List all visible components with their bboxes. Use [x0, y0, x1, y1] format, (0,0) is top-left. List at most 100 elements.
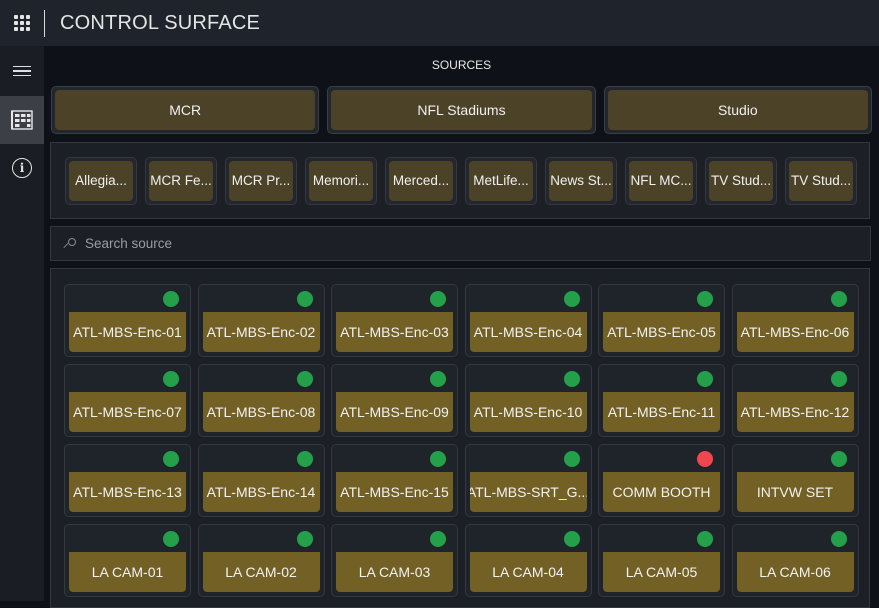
source-tile-label: LA CAM-04: [469, 552, 587, 592]
group-button[interactable]: MetLife...: [465, 156, 537, 205]
category-tab-label: NFL Stadiums: [331, 90, 592, 130]
source-tile-label: ATL-MBS-Enc-03: [336, 312, 453, 352]
search-icon: [61, 236, 77, 252]
source-tile-label: ATL-MBS-Enc-05: [603, 312, 720, 352]
status-indicator-icon: [430, 531, 446, 547]
group-button-label: News St...: [549, 160, 613, 201]
status-indicator-icon: [563, 531, 580, 547]
source-tile[interactable]: ATL-MBS-SRT_G...: [464, 444, 592, 517]
status-indicator-icon: [296, 291, 313, 307]
source-tile-label: ATL-MBS-Enc-14: [202, 472, 320, 512]
status-indicator-icon: [296, 371, 313, 387]
source-tile[interactable]: ATL-MBS-Enc-10: [464, 364, 592, 437]
source-tile-label: ATL-MBS-Enc-09: [336, 392, 453, 432]
group-button-label: NFL MC...: [629, 160, 693, 201]
source-tile-label: LA CAM-03: [336, 552, 453, 592]
source-tile[interactable]: ATL-MBS-Enc-05: [598, 284, 725, 357]
source-tile[interactable]: LA CAM-04: [464, 524, 592, 597]
status-indicator-icon: [563, 371, 580, 387]
group-button[interactable]: MCR Pr...: [225, 156, 297, 205]
group-button[interactable]: MCR Fe...: [145, 156, 217, 205]
status-indicator-icon: [430, 451, 446, 467]
group-button-label: Allegia...: [69, 160, 133, 201]
category-tab-label: Studio: [607, 90, 868, 130]
group-button-label: MCR Fe...: [149, 160, 213, 201]
category-tab-mcr[interactable]: MCR: [51, 86, 320, 134]
source-tile[interactable]: ATL-MBS-Enc-01: [64, 284, 191, 357]
sidebar-item-info[interactable]: i: [0, 144, 44, 192]
category-tab-studio[interactable]: Studio: [603, 86, 872, 134]
group-button-label: TV Stud...: [789, 160, 853, 201]
source-tile[interactable]: INTVW SET: [731, 444, 859, 517]
sidebar-item-menu[interactable]: [0, 46, 44, 96]
group-button-label: Merced...: [389, 160, 453, 201]
source-tile[interactable]: ATL-MBS-Enc-14: [197, 444, 325, 517]
source-tile[interactable]: LA CAM-06: [731, 524, 859, 597]
app-header: CONTROL SURFACE: [0, 0, 879, 46]
cabinet-icon: [11, 110, 33, 130]
source-tile-label: ATL-MBS-Enc-07: [69, 392, 186, 432]
search-bar: [50, 226, 871, 261]
header-divider: [44, 9, 45, 37]
source-tile-label: ATL-MBS-Enc-04: [469, 312, 587, 352]
source-tile-label: ATL-MBS-Enc-15: [336, 472, 453, 512]
category-tab-nfl-stadiums[interactable]: NFL Stadiums: [327, 86, 596, 134]
status-indicator-icon: [830, 531, 847, 547]
group-button[interactable]: Memori...: [305, 156, 377, 205]
source-tile[interactable]: ATL-MBS-Enc-06: [731, 284, 859, 357]
source-tile[interactable]: ATL-MBS-Enc-08: [197, 364, 325, 437]
source-tile-label: LA CAM-01: [69, 552, 186, 592]
group-filter-panel: Allegia... MCR Fe... MCR Pr... Memori...…: [50, 142, 870, 219]
source-tile-label: LA CAM-02: [202, 552, 320, 592]
source-tile-label: ATL-MBS-Enc-01: [69, 312, 186, 352]
status-indicator-icon: [830, 291, 847, 307]
status-indicator-icon: [163, 291, 179, 307]
source-tile[interactable]: ATL-MBS-Enc-07: [64, 364, 191, 437]
source-tile-label: COMM BOOTH: [603, 472, 720, 512]
group-button[interactable]: TV Stud...: [785, 156, 857, 205]
info-icon: i: [12, 158, 32, 178]
group-button-label: TV Stud...: [709, 160, 773, 201]
search-input[interactable]: [85, 236, 845, 251]
source-tile-label: INTVW SET: [736, 472, 854, 512]
apps-grid-icon[interactable]: [0, 0, 44, 46]
source-tile-label: ATL-MBS-Enc-06: [736, 312, 854, 352]
source-tile[interactable]: ATL-MBS-Enc-15: [331, 444, 458, 517]
sidebar: i: [0, 46, 44, 601]
sidebar-item-sources[interactable]: [0, 96, 44, 144]
hamburger-icon: [13, 65, 31, 77]
main-content: SOURCES MCR NFL Stadiums Studio Allegia.…: [44, 46, 879, 608]
group-button[interactable]: News St...: [545, 156, 617, 205]
source-tile[interactable]: COMM BOOTH: [598, 444, 725, 517]
group-button-label: Memori...: [309, 160, 373, 201]
source-tile[interactable]: LA CAM-03: [331, 524, 458, 597]
source-tile[interactable]: ATL-MBS-Enc-09: [331, 364, 458, 437]
status-indicator-icon: [163, 371, 179, 387]
status-indicator-icon: [830, 371, 847, 387]
source-tile[interactable]: ATL-MBS-Enc-13: [64, 444, 191, 517]
source-grid: ATL-MBS-Enc-01 ATL-MBS-Enc-02 ATL-MBS-Enc-…: [64, 284, 869, 597]
source-tile[interactable]: LA CAM-05: [598, 524, 725, 597]
source-grid-panel: ATL-MBS-Enc-01 ATL-MBS-Enc-02 ATL-MBS-Enc-…: [50, 268, 870, 608]
status-indicator-icon: [697, 291, 713, 307]
source-tile-label: ATL-MBS-Enc-13: [69, 472, 186, 512]
source-tile-label: ATL-MBS-Enc-02: [202, 312, 320, 352]
source-tile[interactable]: ATL-MBS-Enc-12: [731, 364, 859, 437]
group-button[interactable]: Merced...: [385, 156, 457, 205]
status-indicator-icon: [163, 531, 179, 547]
status-indicator-icon: [563, 291, 580, 307]
category-tabs: MCR NFL Stadiums Studio: [51, 86, 872, 134]
source-tile-label: ATL-MBS-Enc-10: [469, 392, 587, 432]
source-tile[interactable]: ATL-MBS-Enc-11: [598, 364, 725, 437]
group-button[interactable]: TV Stud...: [705, 156, 777, 205]
group-button[interactable]: NFL MC...: [625, 156, 697, 205]
source-tile[interactable]: ATL-MBS-Enc-04: [464, 284, 592, 357]
source-tile[interactable]: LA CAM-01: [64, 524, 191, 597]
source-tile[interactable]: LA CAM-02: [197, 524, 325, 597]
group-button[interactable]: Allegia...: [65, 156, 137, 205]
status-indicator-icon: [697, 451, 713, 467]
source-tile-label: ATL-MBS-Enc-11: [603, 392, 720, 432]
source-tile-label: ATL-MBS-Enc-12: [736, 392, 854, 432]
source-tile[interactable]: ATL-MBS-Enc-02: [197, 284, 325, 357]
source-tile[interactable]: ATL-MBS-Enc-03: [331, 284, 458, 357]
